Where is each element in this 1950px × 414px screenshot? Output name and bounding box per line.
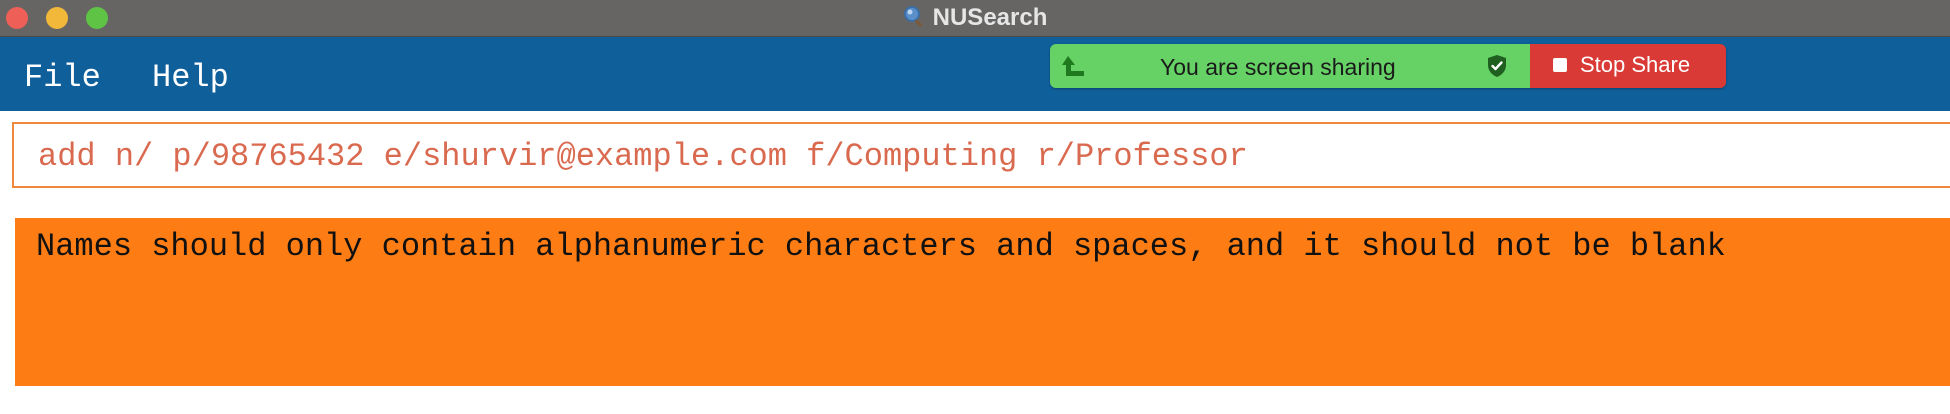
stop-share-label: Stop Share [1580,52,1691,77]
command-input[interactable]: add n/ p/98765432 e/shurvir@example.com … [38,138,1248,175]
stop-share-button[interactable]: Stop Share [1530,44,1726,88]
stop-icon [1553,58,1567,72]
result-display: Names should only contain alphanumeric c… [15,218,1950,386]
window-title: NUSearch [932,4,1048,31]
magnifier-icon [903,5,925,32]
share-arrow-icon[interactable] [1060,52,1090,85]
screen-share-status: You are screen sharing [1050,44,1530,88]
screen-share-banner: You are screen sharing Stop Share [1050,44,1726,88]
menu-help[interactable]: Help [152,59,229,96]
result-message: Names should only contain alphanumeric c… [36,228,1726,265]
window-titlebar: NUSearch [0,0,1950,37]
command-input-box[interactable]: add n/ p/98765432 e/shurvir@example.com … [12,122,1950,188]
shield-check-icon [1486,54,1508,83]
menu-file[interactable]: File [24,59,101,96]
window-title-group: NUSearch [0,0,1950,36]
screen-share-status-text: You are screen sharing [1160,54,1396,80]
